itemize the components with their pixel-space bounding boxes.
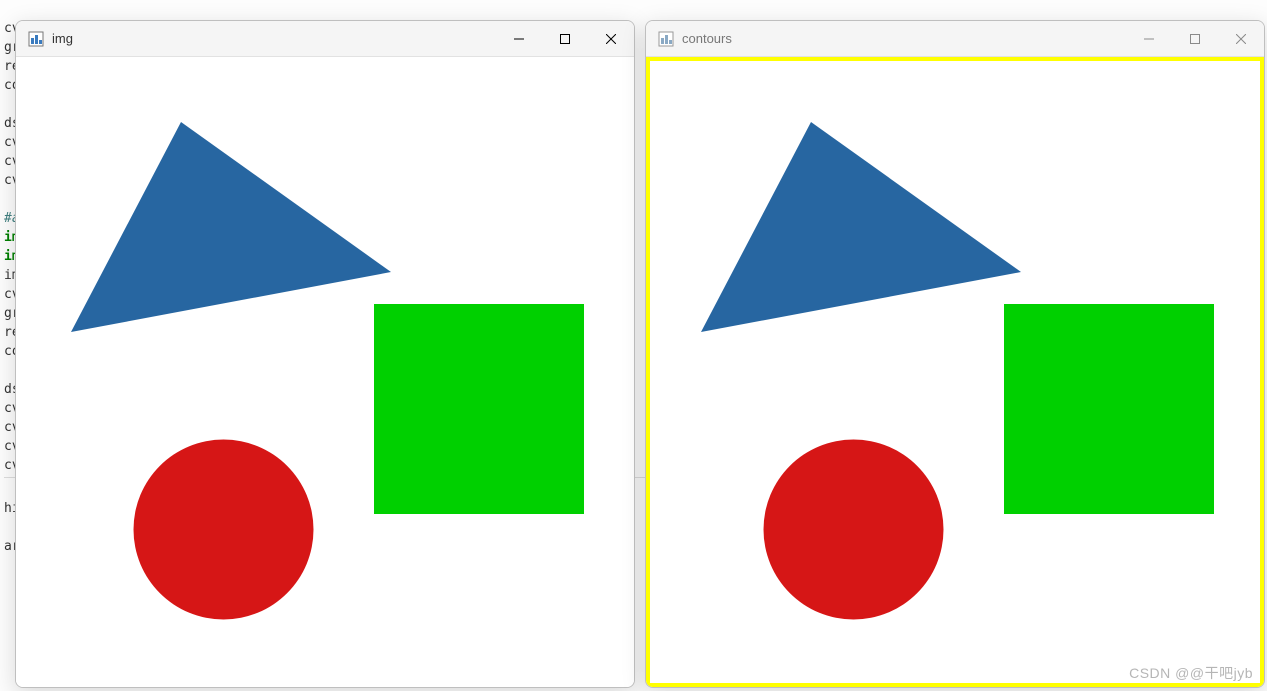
window-img: img bbox=[15, 20, 635, 688]
watermark: CSDN @@干吧jyb bbox=[1129, 663, 1253, 683]
maximize-button[interactable] bbox=[542, 21, 588, 56]
close-button[interactable] bbox=[588, 21, 634, 56]
triangle-shape bbox=[701, 122, 1021, 332]
app-icon bbox=[658, 31, 674, 47]
maximize-button[interactable] bbox=[1172, 21, 1218, 56]
app-icon bbox=[28, 31, 44, 47]
minimize-button[interactable] bbox=[1126, 21, 1172, 56]
window-controls bbox=[1126, 21, 1264, 56]
window-controls bbox=[496, 21, 634, 56]
titlebar[interactable]: contours bbox=[646, 21, 1264, 57]
minimize-button[interactable] bbox=[496, 21, 542, 56]
titlebar[interactable]: img bbox=[16, 21, 634, 57]
circle-shape bbox=[761, 437, 946, 622]
window-title: img bbox=[52, 31, 73, 46]
image-canvas bbox=[646, 57, 1264, 687]
triangle-shape bbox=[71, 122, 391, 332]
window-contours: contours bbox=[645, 20, 1265, 688]
image-canvas bbox=[16, 57, 634, 687]
square-shape bbox=[374, 304, 584, 514]
close-button[interactable] bbox=[1218, 21, 1264, 56]
window-title: contours bbox=[682, 31, 732, 46]
circle-shape bbox=[131, 437, 316, 622]
square-shape bbox=[1004, 304, 1214, 514]
